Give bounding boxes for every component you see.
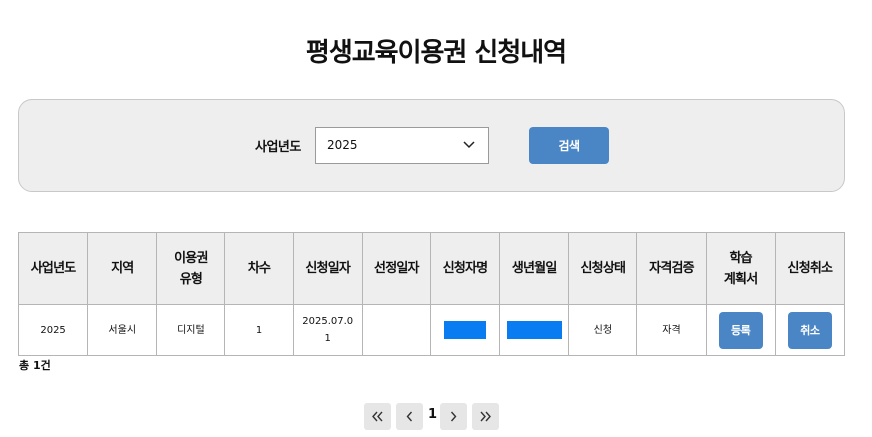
application-table: 사업년도 지역 이용권 유형 차수 신청일자 선정일자 신청자명 생년월일 신청… [17,232,846,356]
register-plan-button[interactable]: 등록 [718,311,763,349]
total-count: 총 1건 [19,359,51,372]
table-header-row: 사업년도 지역 이용권 유형 차수 신청일자 선정일자 신청자명 생년월일 신청… [17,232,846,305]
search-panel: 사업년도 2025 검색 [18,99,845,192]
cell-cancel: 취소 [774,304,846,356]
next-page-button[interactable] [440,403,467,430]
double-chevron-left-icon [372,411,383,422]
header-eligibility: 자격검증 [636,232,707,305]
search-button[interactable]: 검색 [529,127,609,164]
header-apply-date: 신청일자 [292,232,363,305]
chevron-right-icon [450,411,457,422]
first-page-button[interactable] [364,403,391,430]
table-row: 2025 서울시 디지털 1 2025.07.01 신청 자격 등록 취소 [17,304,846,356]
header-selection-date: 선정일자 [361,232,431,305]
cell-birth-date [499,304,570,356]
cell-region: 서울시 [87,304,158,356]
redacted-name [444,321,487,339]
page-number-current[interactable]: 1 [428,407,437,422]
header-voucher-type: 이용권 유형 [156,232,226,305]
year-label: 사업년도 [255,140,301,155]
cell-learning-plan: 등록 [705,304,776,356]
header-region: 지역 [87,232,158,305]
cell-applicant-name [429,304,501,356]
double-chevron-right-icon [480,411,491,422]
year-select[interactable]: 2025 [315,127,489,164]
redacted-birth-date [506,321,562,339]
cancel-application-button[interactable]: 취소 [787,311,832,349]
prev-page-button[interactable] [396,403,423,430]
cell-round: 1 [224,304,294,356]
header-applicant-name: 신청자명 [429,232,501,305]
cell-selection-date [361,304,431,356]
cell-voucher-type: 디지털 [156,304,226,356]
cell-status: 신청 [568,304,638,356]
cell-year: 2025 [17,304,89,356]
cell-apply-date: 2025.07.01 [292,304,363,356]
pagination: 1 [0,403,872,430]
header-learning-plan: 학습 계획서 [705,232,776,305]
header-status: 신청상태 [568,232,638,305]
header-birth-date: 생년월일 [499,232,570,305]
header-round: 차수 [224,232,294,305]
page-title: 평생교육이용권 신청내역 [305,38,567,68]
header-year: 사업년도 [17,232,89,305]
last-page-button[interactable] [472,403,499,430]
year-select-value: 2025 [327,138,358,152]
chevron-left-icon [406,411,413,422]
cell-eligibility: 자격 [636,304,707,356]
chevron-down-icon [463,141,475,149]
header-cancel: 신청취소 [774,232,846,305]
